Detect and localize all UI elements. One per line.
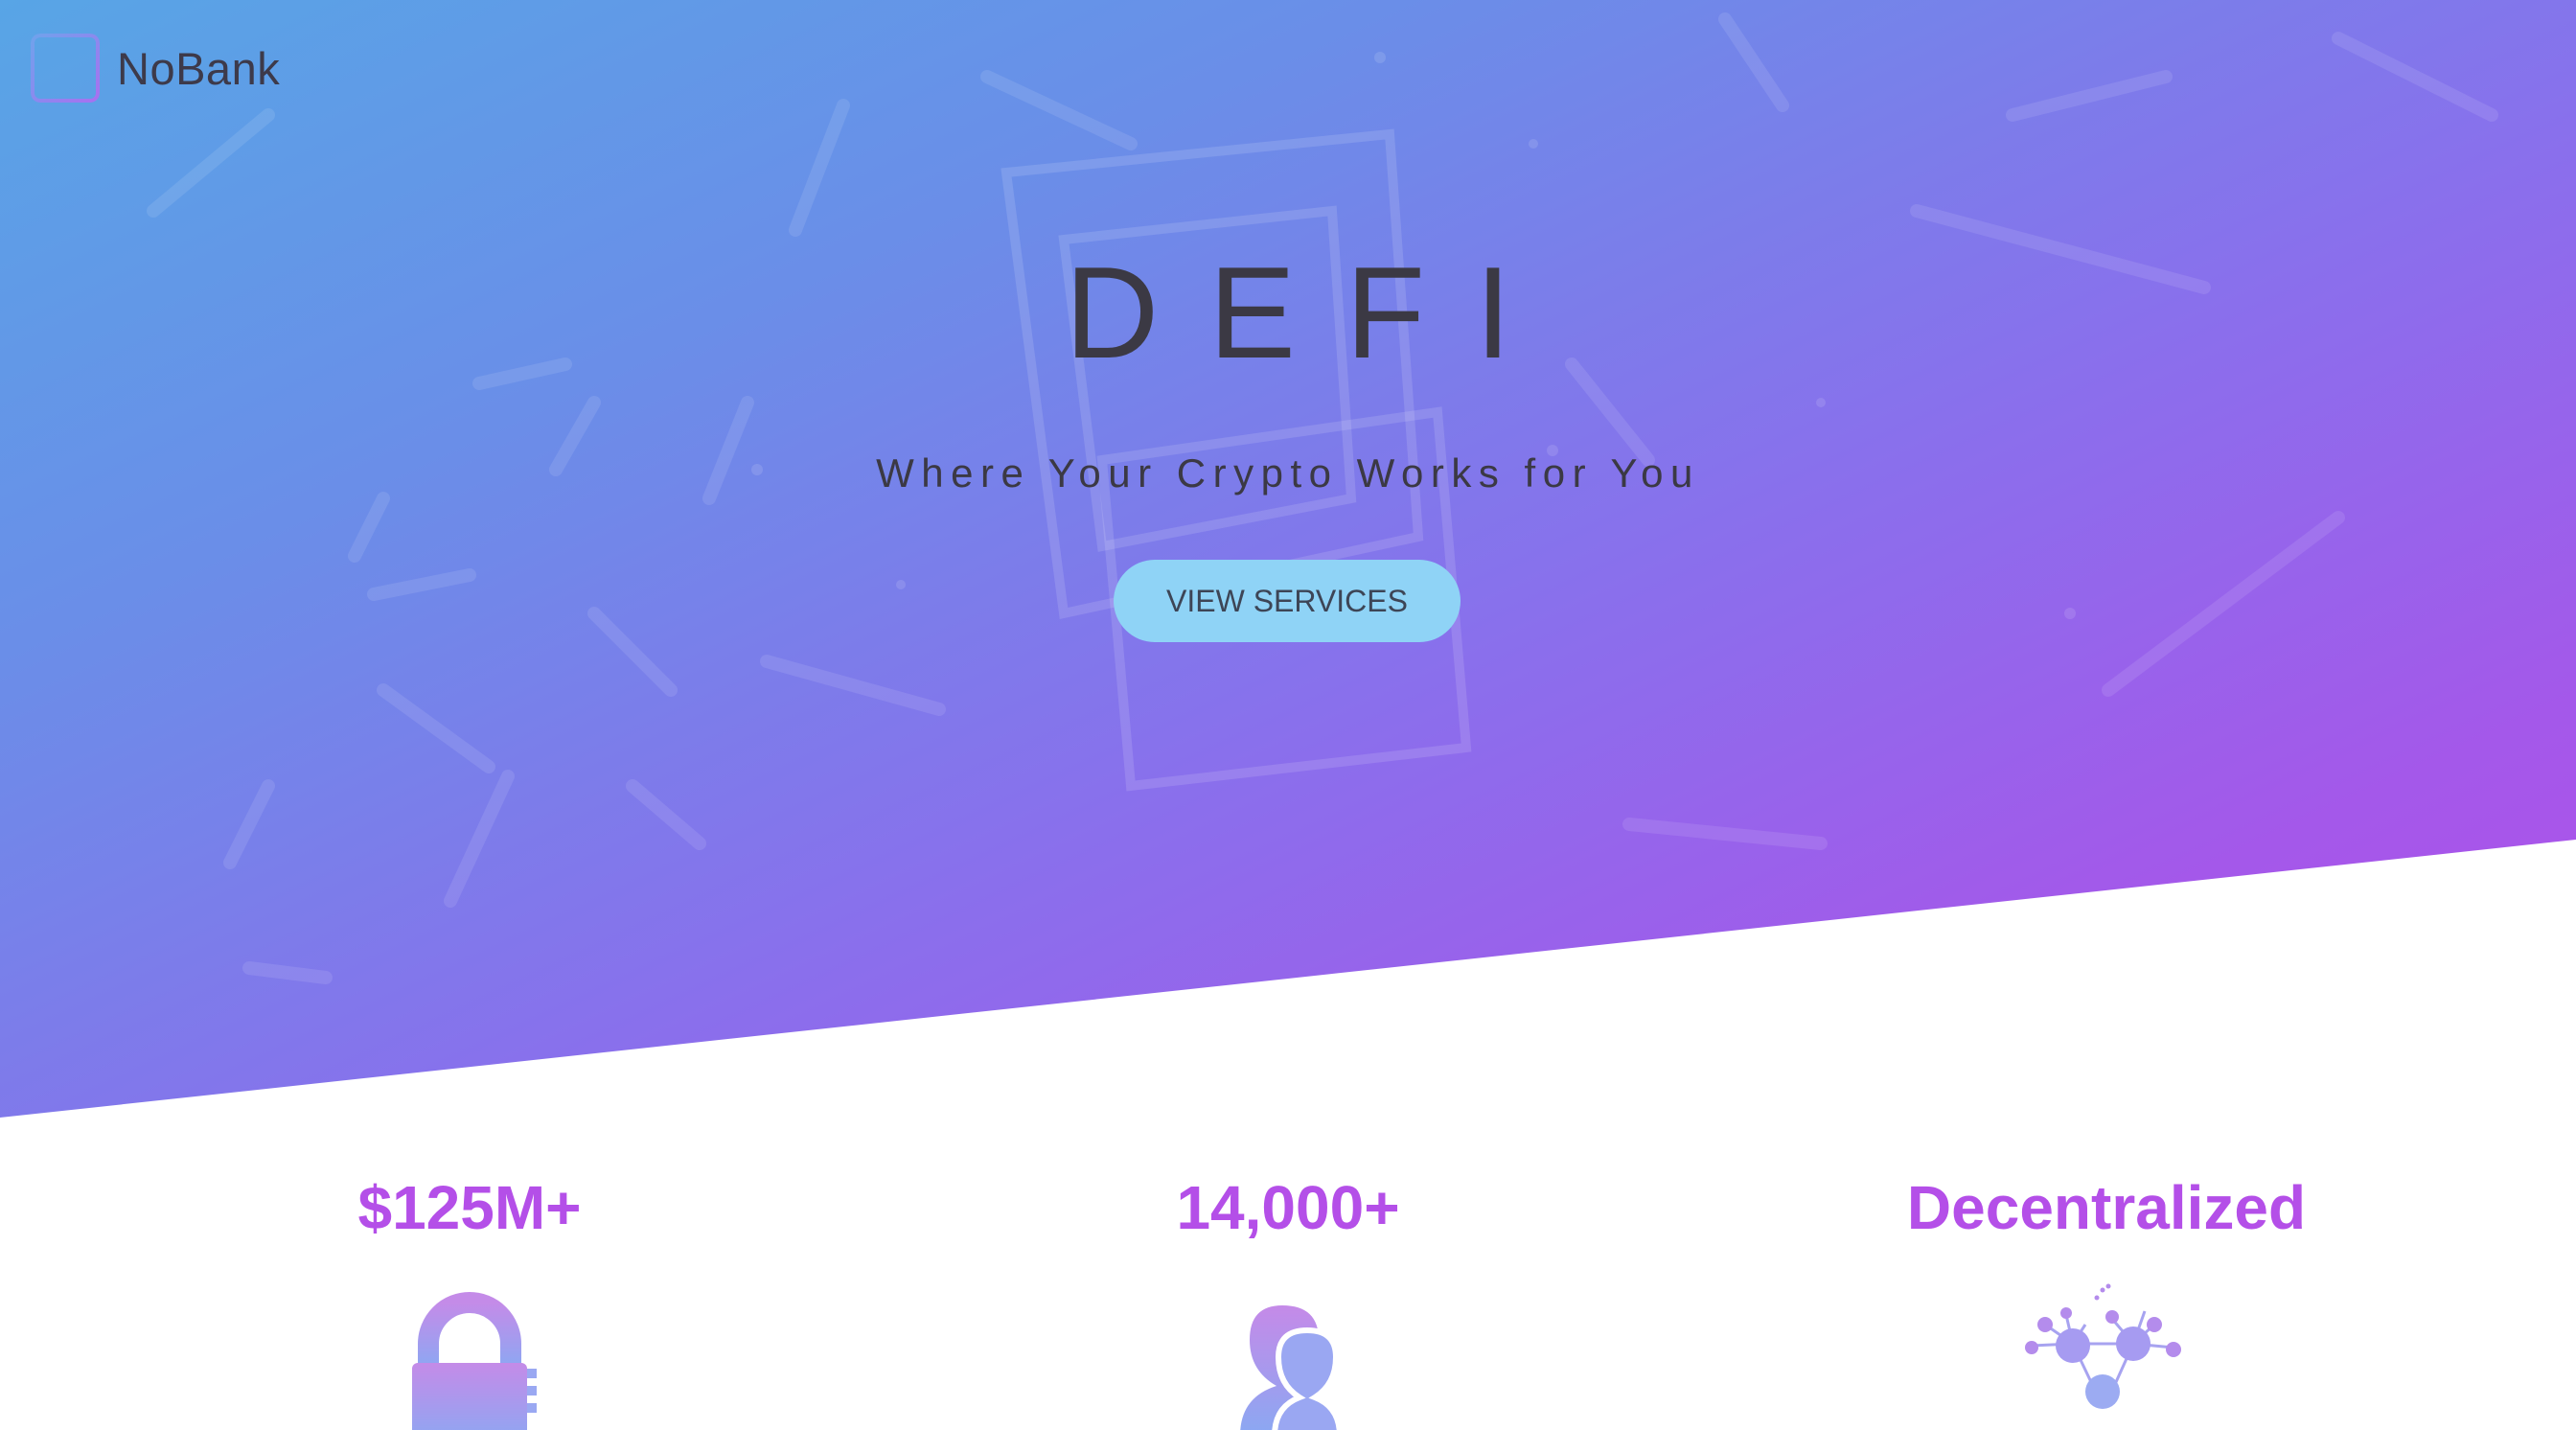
stat-value: 14,000+ [1176,1173,1400,1242]
stat-value: Decentralized [1906,1173,2307,1242]
stat-total-value: $125M+ [182,1169,757,1430]
brand[interactable]: NoBank [31,30,280,106]
stat-users: 14,000+ [1000,1169,1576,1430]
hero-subtitle: Where Your Crypto Works for You [876,450,1700,496]
hero-section: NoBank DEFI Where Your Crypto Works for … [0,0,2576,1118]
stat-decentralized: Decentralized [1819,1169,2394,1409]
hero-title: DEFI [1065,240,1561,385]
padlock-icon [412,1292,537,1430]
users-icon [1240,1305,1343,1430]
network-nodes-icon [2025,1283,2181,1409]
view-services-button[interactable]: VIEW SERVICES [1114,560,1460,642]
brand-name: NoBank [117,42,281,94]
rounded-square-outline-icon [31,34,100,103]
stat-value: $125M+ [357,1173,582,1242]
